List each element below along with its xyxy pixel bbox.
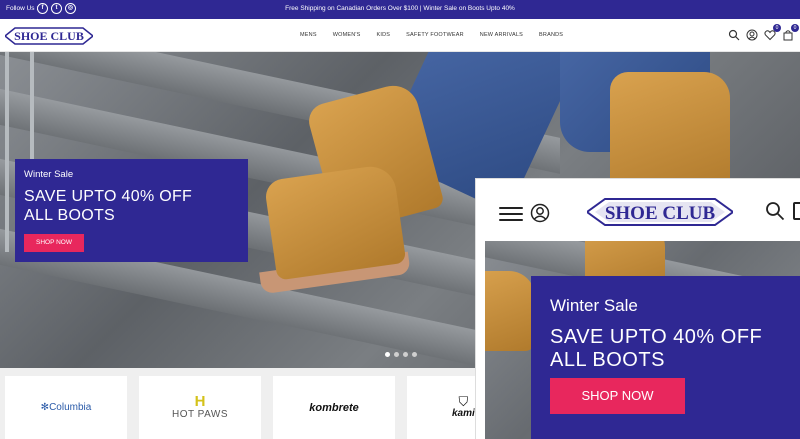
- hero-subtitle: Winter Sale: [24, 169, 74, 180]
- hero-image-boot: [263, 163, 407, 281]
- account-icon[interactable]: [530, 203, 550, 223]
- hamburger-menu-icon[interactable]: [499, 207, 523, 221]
- brand-logo-hot-paws: H HOT PAWS: [171, 393, 229, 420]
- hero-title: SAVE UPTO 40% OFF ALL BOOTS: [24, 187, 192, 225]
- kamik-icon: ⛉: [458, 394, 469, 409]
- logo[interactable]: SHOE CLUB: [5, 27, 93, 45]
- hot-paws-icon: H: [194, 393, 206, 410]
- search-icon[interactable]: [765, 201, 785, 221]
- nav-item-womens[interactable]: WOMEN'S: [333, 32, 361, 38]
- cart-icon[interactable]: [793, 202, 800, 220]
- slider-dot[interactable]: [403, 352, 408, 357]
- mobile-shop-now-button[interactable]: SHOP NOW: [550, 378, 685, 414]
- cart-count-badge: 0: [791, 24, 799, 32]
- brand-logo-kombrete: kombrete: [309, 401, 359, 414]
- slider-dot[interactable]: [394, 352, 399, 357]
- mobile-hero-banner: Winter Sale SAVE UPTO 40% OFF ALL BOOTS …: [485, 241, 800, 439]
- logo-text: SHOE CLUB: [14, 29, 84, 43]
- main-nav: MENS WOMEN'S KIDS SAFETY FOOTWEAR NEW AR…: [300, 32, 579, 38]
- brand-tile-kombrete[interactable]: kombrete: [273, 376, 395, 439]
- brand-tile-hot-paws[interactable]: H HOT PAWS: [139, 376, 261, 439]
- columbia-icon: ✻: [40, 402, 50, 413]
- brand-strip: ✻Columbia H HOT PAWS kombrete ⛉ kami: [0, 368, 487, 439]
- account-icon[interactable]: [746, 29, 758, 41]
- hero-image-railing: [5, 52, 9, 252]
- wishlist-icon[interactable]: 0: [764, 24, 781, 41]
- nav-item-new-arrivals[interactable]: NEW ARRIVALS: [480, 32, 523, 38]
- header-icons: 0 0: [728, 24, 799, 41]
- wishlist-count-badge: 0: [773, 24, 781, 32]
- hero-title-line2: ALL BOOTS: [24, 207, 116, 224]
- hero-image-boot: [610, 72, 730, 192]
- mobile-header: SHOE CLUB: [476, 179, 800, 241]
- shipping-promo-text: Free Shipping on Canadian Orders Over $1…: [285, 5, 515, 12]
- top-bar: Follow Us : f t ◎ Free Shipping on Canad…: [0, 0, 800, 19]
- mobile-logo-text: SHOE CLUB: [605, 203, 716, 224]
- nav-item-mens[interactable]: MENS: [300, 32, 317, 38]
- mobile-preview: SHOE CLUB Winter Sale SAVE UPTO 40% OFF …: [475, 178, 800, 439]
- mobile-logo[interactable]: SHOE CLUB: [585, 197, 735, 227]
- slider-dot[interactable]: [385, 352, 390, 357]
- hero-title-line1: SAVE UPTO 40% OFF: [24, 188, 193, 205]
- mobile-hero-title-line2: ALL BOOTS: [550, 349, 665, 371]
- mobile-hero-title: SAVE UPTO 40% OFF ALL BOOTS: [550, 326, 762, 372]
- brand-logo-columbia: ✻Columbia: [40, 402, 92, 413]
- slider-dots: [385, 352, 417, 357]
- mobile-promo-box: Winter Sale SAVE UPTO 40% OFF ALL BOOTS …: [531, 276, 800, 439]
- hero-promo-box: Winter Sale SAVE UPTO 40% OFF ALL BOOTS …: [15, 159, 248, 262]
- nav-item-brands[interactable]: BRANDS: [539, 32, 563, 38]
- mobile-hero-subtitle: Winter Sale: [550, 296, 638, 315]
- mobile-hero-title-line1: SAVE UPTO 40% OFF: [550, 326, 763, 348]
- cart-icon[interactable]: 0: [782, 24, 799, 41]
- slider-dot[interactable]: [412, 352, 417, 357]
- shop-now-button[interactable]: SHOP NOW: [24, 234, 84, 252]
- brand-logo-kamik: ⛉ kami: [452, 394, 475, 419]
- nav-item-kids[interactable]: KIDS: [377, 32, 391, 38]
- brand-tile-columbia[interactable]: ✻Columbia: [5, 376, 127, 439]
- site-header: SHOE CLUB MENS WOMEN'S KIDS SAFETY FOOTW…: [0, 19, 800, 52]
- nav-item-safety-footwear[interactable]: SAFETY FOOTWEAR: [406, 32, 464, 38]
- search-icon[interactable]: [728, 29, 740, 41]
- hero-image-boot: [485, 271, 535, 351]
